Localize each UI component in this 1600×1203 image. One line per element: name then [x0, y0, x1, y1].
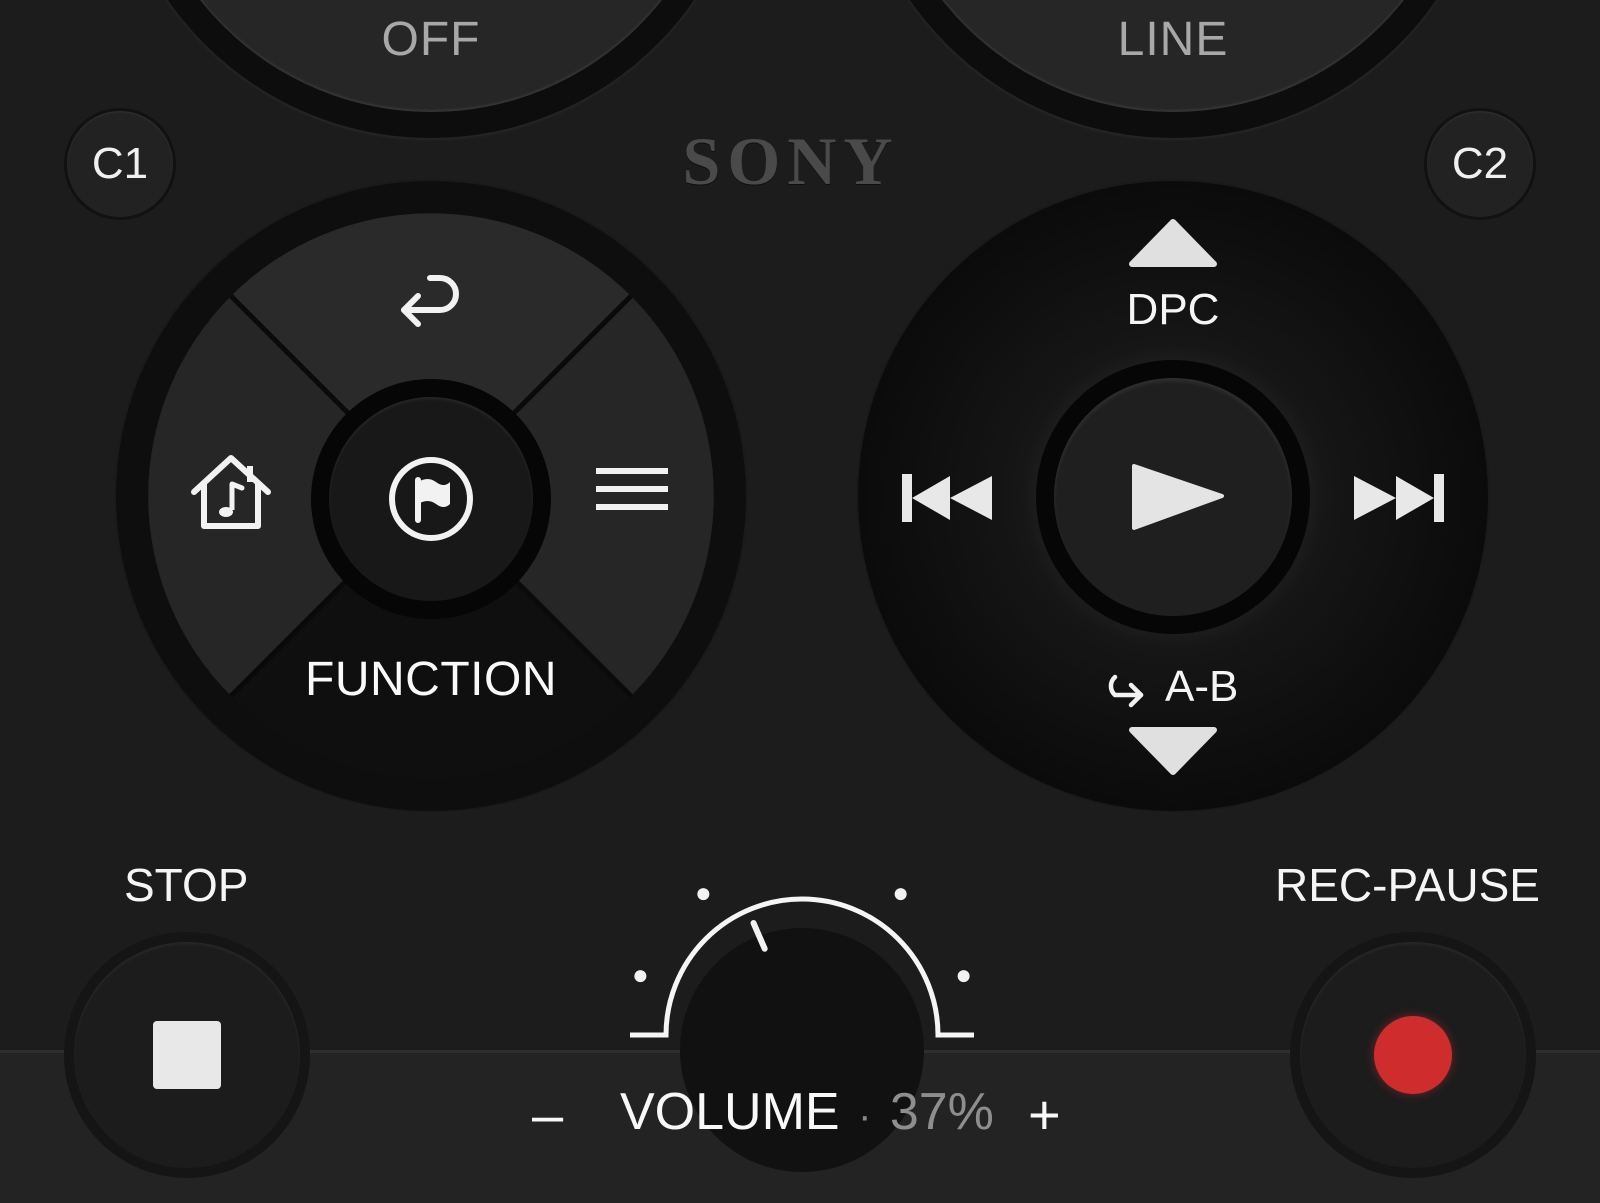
c2-button-label: C2 [1451, 139, 1509, 188]
c2-button[interactable]: C2 [1427, 111, 1533, 217]
volume-indicator [750, 920, 768, 952]
volume-tick-dot [894, 888, 907, 901]
play-button[interactable] [1054, 378, 1292, 616]
rec-pause-button-ring [1290, 932, 1536, 1178]
ab-label: A-B [1165, 662, 1239, 711]
function-label: FUNCTION [305, 653, 557, 706]
stop-button-ring [64, 932, 310, 1178]
home-music-icon [191, 455, 271, 529]
volume-tick-dot [697, 888, 710, 901]
volume-readout: VOLUME · 37% [620, 1082, 994, 1142]
volume-row: – VOLUME · 37% + [520, 1082, 1080, 1146]
triangle-up-icon[interactable] [1126, 216, 1220, 268]
play-icon [1132, 464, 1224, 530]
volume-label: VOLUME [620, 1083, 840, 1141]
rec-pause-button[interactable] [1300, 942, 1526, 1168]
skip-next-icon[interactable] [1352, 472, 1446, 524]
ab-repeat-group [1103, 660, 1149, 716]
volume-tick-dot [634, 970, 647, 983]
record-dot-icon [1374, 1016, 1452, 1094]
line-dial-label: LINE [1117, 13, 1229, 66]
flag-circle-icon [389, 457, 473, 541]
line-dial[interactable]: LINE [853, 0, 1493, 138]
volume-tick-dot [957, 970, 970, 983]
skip-previous-icon[interactable] [900, 472, 994, 524]
volume-minus-button[interactable]: – [532, 1082, 563, 1147]
stop-label: STOP [124, 859, 249, 911]
repeat-arrow-icon [1108, 674, 1144, 708]
rec-pause-label: REC-PAUSE [1275, 859, 1540, 911]
triangle-down-icon[interactable] [1126, 726, 1220, 778]
dpc-label: DPC [1126, 285, 1220, 334]
volume-value: 37% [889, 1083, 994, 1141]
stop-button[interactable] [74, 942, 300, 1168]
stop-icon [153, 1021, 221, 1089]
off-dial-label: OFF [381, 13, 481, 66]
off-dial[interactable]: OFF [111, 0, 751, 138]
volume-separator: · [858, 1094, 872, 1138]
volume-gauge [630, 888, 974, 1038]
volume-plus-button[interactable]: + [1028, 1082, 1061, 1147]
function-center-button[interactable] [329, 397, 533, 601]
return-arrow-icon [401, 275, 459, 327]
menu-lines-icon [596, 468, 668, 510]
